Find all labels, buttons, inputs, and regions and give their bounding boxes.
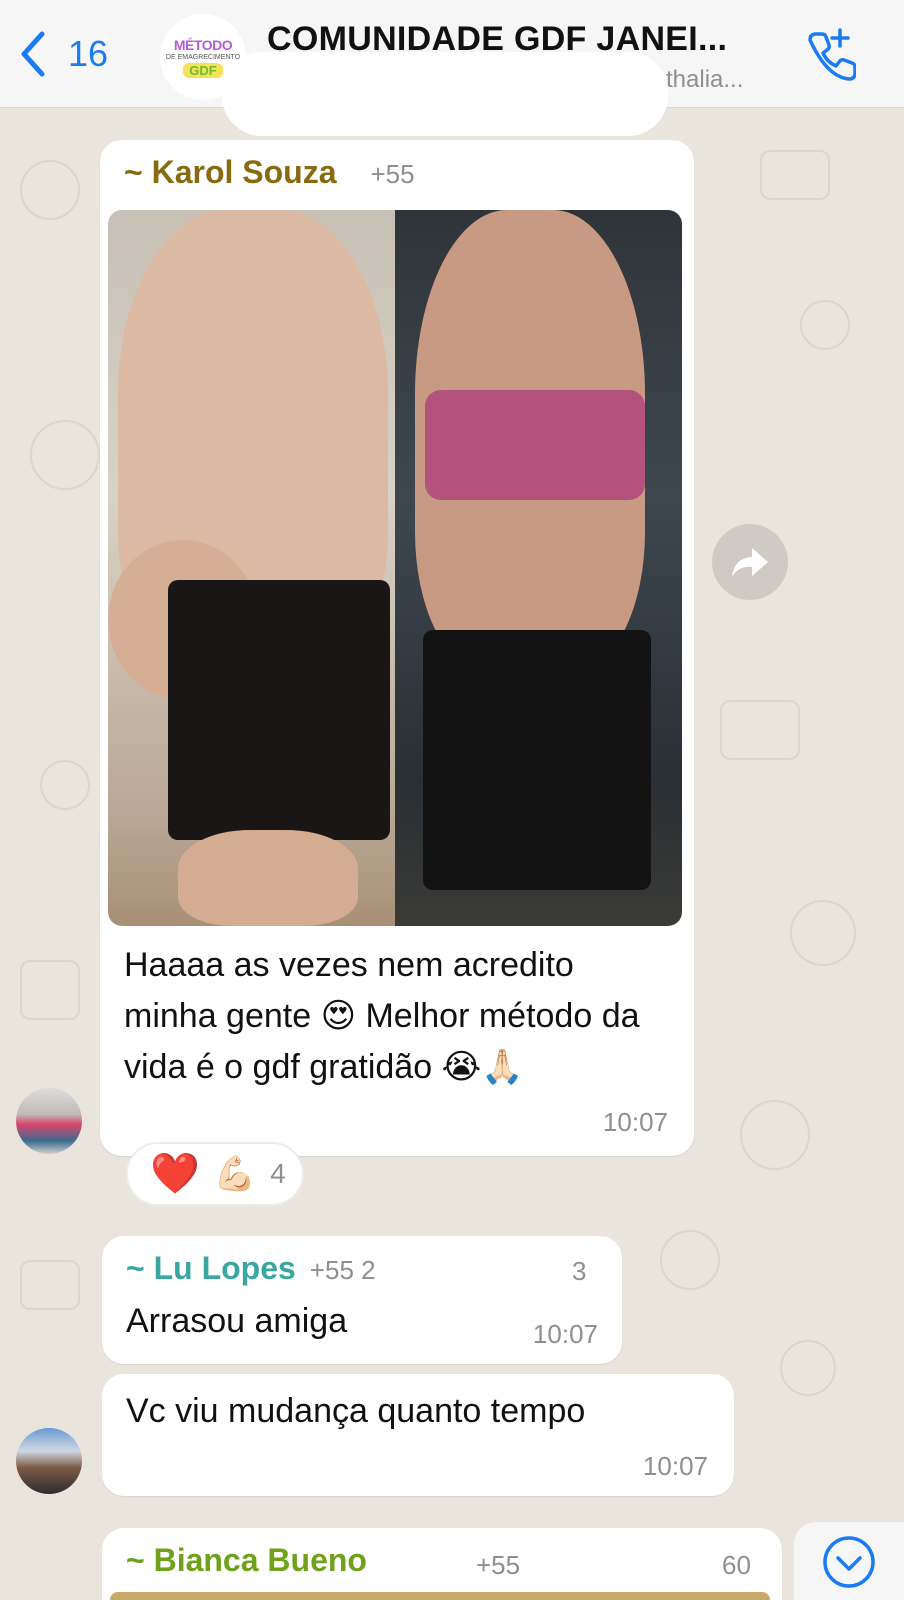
message-text: Arrasou amiga <box>126 1302 348 1340</box>
photo-after <box>395 210 682 926</box>
logo-text-top: MÉTODO <box>173 36 233 53</box>
message-bubble-bianca[interactable]: ~ Bianca Bueno +55 60 <box>102 1528 782 1600</box>
message-bubble-question[interactable]: Vc viu mudança quanto tempo 10:07 <box>102 1374 734 1496</box>
reaction-count: 4 <box>270 1158 286 1189</box>
sender-name[interactable]: ~ Lu Lopes <box>126 1250 296 1287</box>
reactions-bar[interactable]: ❤️ 💪🏻 4 <box>126 1142 304 1206</box>
message-bubble-karol[interactable]: ~ Karol Souza +55 Haaaa as vezes nem acr… <box>100 140 694 1156</box>
message-text: Vc viu mudança quanto tempo <box>126 1392 586 1430</box>
scroll-to-bottom-button[interactable] <box>794 1522 904 1600</box>
back-button[interactable]: 16 <box>18 30 108 78</box>
heart-reaction-icon: ❤️ <box>150 1152 200 1196</box>
message-photo-preview <box>110 1592 770 1600</box>
message-time: 10:07 <box>642 1451 708 1481</box>
message-photo[interactable] <box>108 210 682 926</box>
logo-text-bottom: GDF <box>183 62 223 78</box>
logo-text-middle: DE EMAGRECIMENTO <box>165 53 241 61</box>
call-add-icon[interactable] <box>800 26 856 82</box>
sender-phone-tail: 60 <box>722 1550 751 1580</box>
photo-before <box>108 210 395 926</box>
muscle-reaction-icon: 💪🏻 <box>213 1155 257 1193</box>
message-time: 10:07 <box>532 1319 598 1349</box>
avatar-karol[interactable] <box>16 1088 82 1154</box>
message-time: 10:07 <box>602 1107 668 1137</box>
group-members-subtitle[interactable]: thalia... <box>666 66 743 94</box>
message-bubble-lu[interactable]: ~ Lu Lopes +55 2 3 Arrasou amiga 10:07 <box>102 1236 622 1364</box>
sender-phone: +55 <box>476 1550 521 1580</box>
forward-icon <box>732 548 768 577</box>
sender-phone: +55 <box>370 159 415 189</box>
chevron-left-icon <box>21 31 45 77</box>
avatar-lu[interactable] <box>16 1428 82 1494</box>
sender-name[interactable]: ~ Karol Souza <box>124 154 337 191</box>
sender-phone: +55 2 <box>309 1255 376 1285</box>
chevron-down-icon <box>823 1536 875 1588</box>
sender-name[interactable]: ~ Bianca Bueno <box>126 1542 367 1579</box>
message-text: Haaaa as vezes nem acredito minha gente … <box>124 946 640 1086</box>
redaction-mark <box>222 52 668 136</box>
unread-count: 16 <box>68 33 109 74</box>
sender-phone-tail: 3 <box>572 1256 587 1286</box>
forward-button[interactable] <box>712 524 788 600</box>
